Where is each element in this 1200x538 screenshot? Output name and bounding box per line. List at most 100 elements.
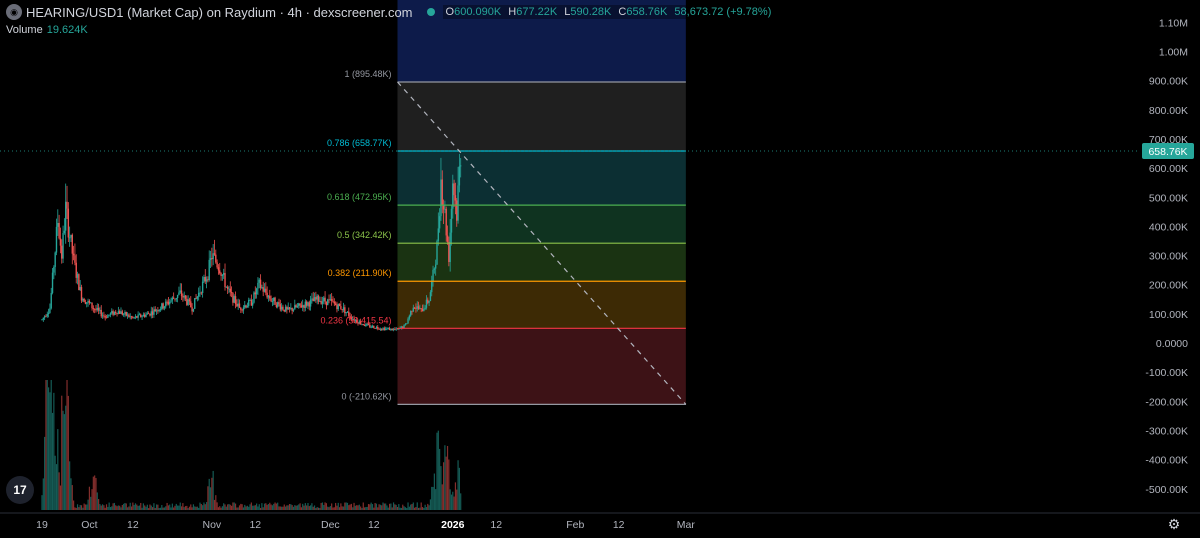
candle-body	[374, 328, 376, 330]
volume-bar	[192, 504, 195, 510]
volume-bar	[284, 506, 287, 510]
candle-body	[417, 306, 420, 310]
volume-bar	[75, 507, 77, 510]
candle-body	[205, 279, 208, 282]
volume-bar	[417, 507, 420, 510]
chart-canvas[interactable]: 1 (895.48K) 0.786 (658.77K) 0.618 (472.95K…	[0, 0, 1200, 538]
volume-bar	[237, 507, 239, 510]
volume-bar	[363, 507, 366, 510]
candle-body	[304, 301, 307, 308]
volume-bar	[105, 504, 108, 510]
candle-body	[441, 179, 443, 205]
volume-bar	[338, 507, 341, 510]
volume-bar	[353, 502, 355, 510]
y-tick-label: -200.00K	[1145, 396, 1188, 408]
volume-bar	[385, 503, 387, 510]
candle-body	[317, 295, 320, 302]
volume-bar	[120, 507, 122, 510]
candle-body	[454, 195, 457, 201]
volume-bar	[324, 502, 326, 510]
candle-body	[228, 288, 230, 290]
candle-body	[381, 329, 383, 330]
volume-bar	[236, 507, 238, 510]
volume-bar	[211, 477, 213, 510]
volume-bar	[112, 503, 114, 510]
candle-body	[394, 329, 396, 330]
tradingview-logo-icon[interactable]: 17	[6, 476, 34, 504]
y-tick-label: 600.00K	[1149, 163, 1188, 175]
volume-bar	[100, 505, 102, 510]
volume-bar	[125, 503, 127, 510]
y-tick-label: 500.00K	[1149, 192, 1188, 204]
candle-body	[219, 270, 221, 274]
volume-bar	[205, 502, 208, 510]
volume-bar	[396, 506, 399, 510]
candle-body	[105, 317, 108, 319]
y-tick-label: -300.00K	[1145, 425, 1188, 437]
candle-body	[262, 287, 264, 292]
candle-body	[87, 300, 89, 303]
volume-bar	[437, 430, 439, 510]
candle-body	[330, 299, 333, 301]
volume-bar	[336, 505, 338, 510]
candle-body	[390, 328, 392, 331]
candle-body	[141, 316, 143, 318]
candle-body	[328, 299, 330, 301]
candle-body	[246, 305, 249, 308]
y-tick-label: 400.00K	[1149, 221, 1188, 233]
volume-bar	[183, 507, 185, 510]
volume-bar	[279, 506, 281, 510]
volume-bar	[295, 505, 297, 510]
x-tick-label: 19	[36, 519, 48, 531]
volume-bar	[169, 504, 171, 510]
candle-body	[307, 302, 309, 306]
volume-bar	[221, 506, 223, 510]
candle-body	[320, 300, 322, 304]
candle-body	[269, 295, 271, 299]
candle-body	[208, 259, 210, 281]
candle-body	[163, 306, 166, 309]
gear-icon[interactable]: ⚙	[1166, 516, 1182, 532]
candle-body	[434, 264, 437, 269]
candle-body	[120, 311, 122, 314]
volume-bar	[266, 504, 268, 510]
candle-body	[416, 306, 418, 309]
volume-bar	[323, 504, 325, 510]
candle-body	[138, 314, 141, 316]
volume-bar	[390, 503, 392, 510]
candle-body	[286, 306, 288, 310]
candle-body	[329, 299, 332, 300]
volume-bar	[261, 503, 263, 510]
volume-label: Volume	[6, 24, 43, 36]
candle-body	[460, 165, 462, 167]
candle-body	[406, 323, 408, 325]
candle-body	[244, 305, 246, 308]
candle-body	[337, 303, 339, 310]
volume-bar	[209, 487, 212, 510]
candle-body	[251, 302, 254, 306]
volume-bar	[350, 503, 353, 510]
volume-bar	[325, 503, 327, 510]
volume-bar	[382, 502, 384, 510]
y-tick-label: 200.00K	[1149, 280, 1188, 292]
low-value: 590.28K	[570, 6, 612, 18]
fib-band-1	[397, 81, 686, 151]
candle-body	[428, 301, 430, 303]
candle-body	[332, 300, 334, 302]
volume-bar	[404, 507, 406, 510]
volume-bar	[292, 506, 295, 510]
volume-bar	[165, 506, 167, 510]
volume-bar	[186, 505, 188, 510]
candle-body	[242, 307, 245, 311]
volume-bar	[433, 473, 435, 510]
candle-body	[61, 245, 63, 259]
y-tick-label: 100.00K	[1149, 309, 1188, 321]
candle-body	[278, 302, 280, 305]
volume-bar	[304, 503, 306, 510]
volume-bar	[50, 380, 52, 510]
volume-readout: Volume 19.624K	[6, 24, 88, 36]
candle-body	[316, 295, 318, 300]
y-tick-label: -400.00K	[1145, 455, 1188, 467]
volume-bar	[395, 504, 397, 510]
volume-bar	[78, 507, 80, 510]
